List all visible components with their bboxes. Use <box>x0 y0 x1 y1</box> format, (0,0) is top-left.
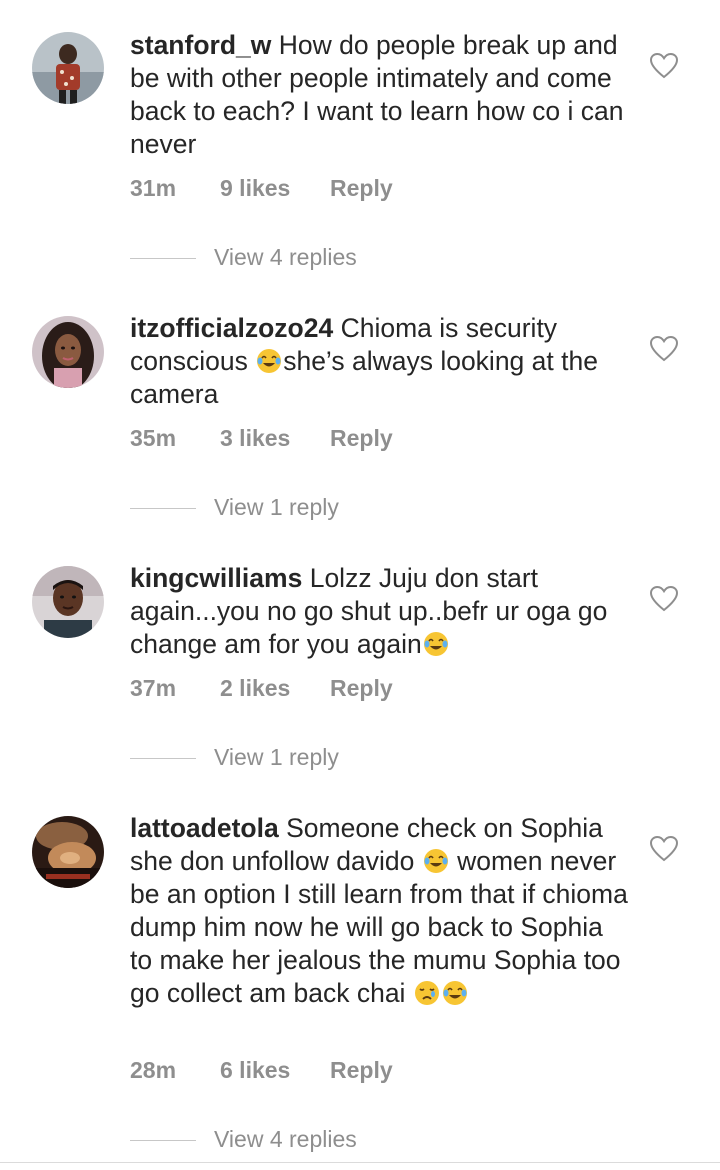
comment-meta: 37m 2 likes Reply <box>130 675 393 702</box>
view-replies-label: View 1 reply <box>214 494 339 520</box>
view-replies-button[interactable]: View 4 replies <box>130 1126 357 1153</box>
face-with-tears-of-joy-emoji <box>423 848 449 874</box>
face-with-tears-of-joy-emoji <box>256 348 282 374</box>
view-replies-button[interactable]: View 1 reply <box>130 494 339 521</box>
comment-meta: 31m 9 likes Reply <box>130 175 393 202</box>
reply-button[interactable]: Reply <box>330 1057 393 1084</box>
reply-button[interactable]: Reply <box>330 675 393 702</box>
like-heart-icon[interactable] <box>650 836 678 862</box>
comment-likes[interactable]: 6 likes <box>220 1057 330 1084</box>
avatar[interactable] <box>32 566 104 638</box>
avatar[interactable] <box>32 316 104 388</box>
comment-username[interactable]: lattoadetola <box>130 813 279 843</box>
comment-time: 35m <box>130 425 177 451</box>
divider <box>130 758 196 760</box>
reply-button[interactable]: Reply <box>330 175 393 202</box>
comment-likes[interactable]: 3 likes <box>220 425 330 452</box>
divider <box>130 258 196 260</box>
face-with-tears-of-joy-emoji <box>423 631 449 657</box>
divider <box>130 508 196 510</box>
comment-username[interactable]: kingcwilliams <box>130 563 302 593</box>
crying-face-emoji <box>414 980 440 1006</box>
avatar[interactable] <box>32 32 104 104</box>
comment-time: 31m <box>130 175 177 201</box>
divider <box>130 1140 196 1142</box>
avatar[interactable] <box>32 816 104 888</box>
comment-body: kingcwilliams Lolzz Juju don start again… <box>130 562 630 661</box>
comment-time: 28m <box>130 1057 177 1083</box>
like-heart-icon[interactable] <box>650 53 678 79</box>
face-with-tears-of-joy-emoji <box>442 980 468 1006</box>
like-heart-icon[interactable] <box>650 336 678 362</box>
comment-likes[interactable]: 2 likes <box>220 675 330 702</box>
view-replies-button[interactable]: View 4 replies <box>130 244 357 271</box>
comment-body: itzofficialzozo24 Chioma is security con… <box>130 312 630 411</box>
comment-body: stanford_w How do people break up and be… <box>130 29 630 161</box>
comment-username[interactable]: stanford_w <box>130 30 271 60</box>
reply-button[interactable]: Reply <box>330 425 393 452</box>
comment-time: 37m <box>130 675 177 701</box>
view-replies-label: View 1 reply <box>214 744 339 770</box>
comment-likes[interactable]: 9 likes <box>220 175 330 202</box>
view-replies-button[interactable]: View 1 reply <box>130 744 339 771</box>
divider <box>0 1162 720 1163</box>
like-heart-icon[interactable] <box>650 586 678 612</box>
view-replies-label: View 4 replies <box>214 1126 357 1152</box>
comment-username[interactable]: itzofficialzozo24 <box>130 313 333 343</box>
comment-meta: 35m 3 likes Reply <box>130 425 393 452</box>
comment-body: lattoadetola Someone check on Sophia she… <box>130 812 630 1010</box>
comment-meta: 28m 6 likes Reply <box>130 1057 393 1084</box>
view-replies-label: View 4 replies <box>214 244 357 270</box>
